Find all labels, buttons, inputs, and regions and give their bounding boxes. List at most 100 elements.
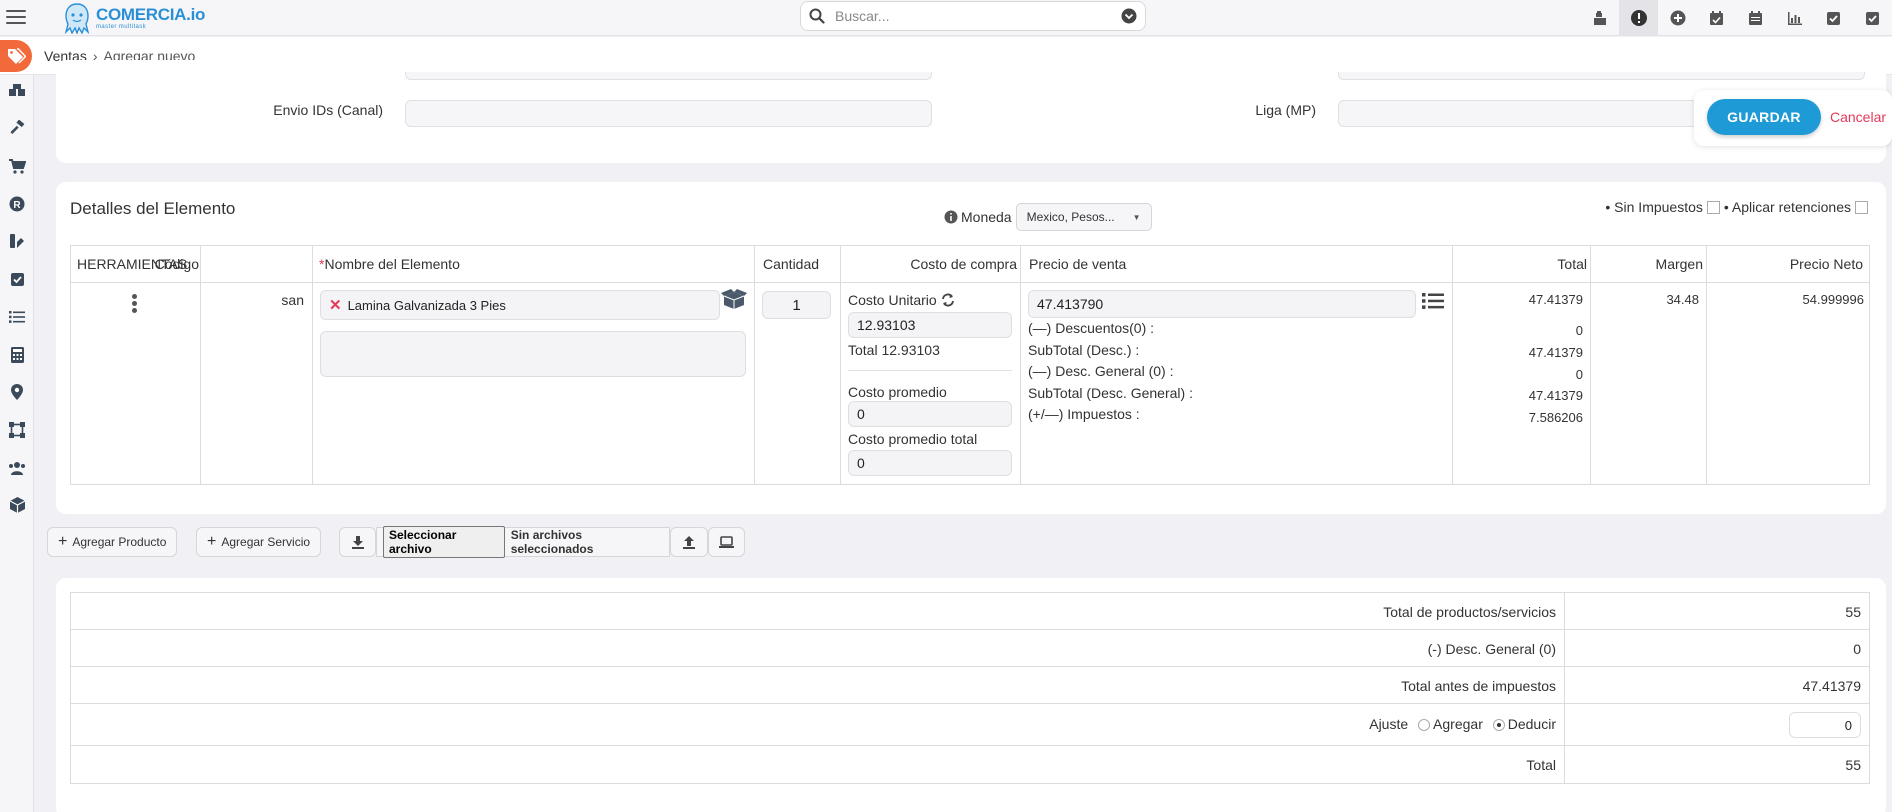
- hammer-icon[interactable]: [7, 118, 27, 138]
- totals-row: Total de productos/servicios 55: [71, 593, 1869, 630]
- avg-cost-total-label: Costo promedio total: [848, 431, 978, 447]
- adjust-deduct-radio[interactable]: [1492, 719, 1505, 732]
- row-options-icon[interactable]: [132, 294, 138, 314]
- chevron-down-circle-icon[interactable]: [1121, 8, 1137, 24]
- general-desc-total-label: (-) Desc. General (0): [1427, 641, 1556, 657]
- box-icon[interactable]: [7, 495, 27, 515]
- registered-icon[interactable]: R: [7, 194, 27, 214]
- add-service-button[interactable]: + Agregar Servicio: [196, 527, 322, 557]
- cost-unit-label-text: Costo Unitario: [848, 292, 937, 308]
- boxes-icon[interactable]: [7, 81, 27, 101]
- vector-icon[interactable]: [7, 420, 27, 440]
- liga-mp-label: Liga (MP): [1255, 102, 1316, 118]
- cash-register-icon[interactable]: [1580, 0, 1619, 36]
- refresh-icon[interactable]: [941, 293, 955, 307]
- menu-icon[interactable]: [6, 6, 26, 28]
- adjust-add-radio[interactable]: [1418, 719, 1431, 732]
- cost-divider: [848, 370, 1012, 371]
- sin-impuestos-checkbox[interactable]: [1706, 200, 1720, 214]
- cancel-button[interactable]: Cancelar: [1830, 109, 1886, 125]
- plus-icon: +: [58, 533, 68, 550]
- currency-label: Moneda: [961, 209, 1012, 225]
- general-desc-line: (—) Desc. General (0) :: [1028, 363, 1173, 379]
- item-name: Lamina Galvanizada 3 Pies: [347, 297, 506, 313]
- search-icon: [809, 8, 825, 24]
- upload-icon: [683, 536, 695, 549]
- minus-circle-icon[interactable]: (—): [1028, 363, 1051, 379]
- header-name: *Nombre del Elemento: [319, 256, 460, 272]
- total-value: 0: [1575, 323, 1583, 338]
- header-total: Total: [1557, 256, 1587, 272]
- file-picker[interactable]: Seleccionar archivo Sin archivos seleccio…: [376, 526, 670, 558]
- minus-circle-icon[interactable]: (—): [1028, 320, 1051, 336]
- check-square-icon[interactable]: [1853, 0, 1892, 36]
- liga-mp-input[interactable]: [1338, 100, 1698, 127]
- total-value: 47.41379: [1528, 345, 1583, 360]
- currency-select[interactable]: Mexico, Pesos... ▼: [1015, 203, 1152, 231]
- choose-file-button[interactable]: Seleccionar archivo: [383, 526, 505, 558]
- plus-minus-icon[interactable]: (+/—): [1028, 406, 1063, 422]
- cost-unit-input[interactable]: 12.93103: [848, 312, 1012, 338]
- add-product-button[interactable]: + Agregar Producto: [47, 527, 178, 557]
- plus-circle-icon[interactable]: [1658, 0, 1697, 36]
- subtotal-desc-label: SubTotal (Desc.) :: [1028, 342, 1140, 358]
- header-margin: Margen: [1655, 256, 1703, 272]
- sale-price-input[interactable]: 47.413790: [1028, 290, 1416, 318]
- grand-total-value: 55: [1845, 757, 1861, 773]
- envio-ids-input[interactable]: [405, 100, 932, 127]
- adjust-add-label: Agregar: [1433, 716, 1483, 732]
- list-options-icon[interactable]: [1422, 291, 1444, 311]
- checkbox-icon[interactable]: [7, 269, 27, 289]
- avg-cost-label: Costo promedio: [848, 384, 947, 400]
- totals-row: Total antes de impuestos 47.41379: [71, 667, 1869, 704]
- header-net-price: Precio Neto: [1789, 256, 1863, 272]
- textarea-bottom-left[interactable]: [405, 72, 932, 80]
- download-icon: [351, 536, 364, 549]
- sin-impuestos-label: • Sin Impuestos: [1605, 199, 1703, 215]
- bar-chart-icon[interactable]: [1775, 0, 1814, 36]
- item-description-field[interactable]: [320, 331, 746, 377]
- adjust-group: Ajuste Agregar Deducir: [1369, 716, 1556, 732]
- open-box-icon[interactable]: [721, 289, 747, 309]
- adjust-label: Ajuste: [1369, 716, 1409, 732]
- header-cost: Costo de compra: [910, 256, 1017, 272]
- top-toolbar: [1580, 0, 1892, 36]
- textarea-bottom-right[interactable]: [1338, 72, 1865, 80]
- checkbox-icon[interactable]: [1814, 0, 1853, 36]
- users-icon[interactable]: [7, 458, 27, 478]
- action-box: GUARDAR Cancelar: [1694, 90, 1892, 146]
- cart-icon[interactable]: [7, 156, 27, 176]
- currency-value: Mexico, Pesos...: [1026, 210, 1115, 224]
- calendar-check-icon[interactable]: [1697, 0, 1736, 36]
- calculator-icon[interactable]: [7, 345, 27, 365]
- list-icon[interactable]: [7, 307, 27, 327]
- details-title: Detalles del Elemento: [70, 199, 236, 218]
- remove-item-icon[interactable]: ✕: [329, 296, 342, 314]
- avg-cost-input[interactable]: 0: [848, 401, 1012, 427]
- add-product-label: Agregar Producto: [72, 535, 167, 549]
- retenciones-checkbox[interactable]: [1855, 200, 1868, 214]
- upload-button[interactable]: [670, 527, 708, 557]
- download-button[interactable]: [339, 527, 376, 557]
- save-button[interactable]: GUARDAR: [1707, 99, 1821, 135]
- header-qty: Cantidad: [763, 256, 820, 272]
- search-box[interactable]: Buscar...: [800, 1, 1146, 31]
- search-input[interactable]: Buscar...: [835, 8, 1121, 24]
- svg-text:R: R: [13, 200, 21, 211]
- products-total-label: Total de productos/servicios: [1383, 604, 1556, 620]
- avg-cost-total-input[interactable]: 0: [848, 450, 1012, 476]
- logo[interactable]: COMERCIA.io master multitask: [62, 0, 205, 36]
- tools-icon[interactable]: [7, 231, 27, 251]
- alert-icon[interactable]: [1619, 0, 1658, 36]
- item-name-field[interactable]: ✕ Lamina Galvanizada 3 Pies: [320, 290, 720, 320]
- no-files-label: Sin archivos seleccionados: [510, 528, 594, 556]
- top-bar: COMERCIA.io master multitask Buscar...: [0, 0, 1892, 36]
- retenciones-label: • Aplicar retenciones: [1723, 199, 1851, 215]
- map-pin-icon[interactable]: [7, 382, 27, 402]
- quantity-input[interactable]: 1: [762, 291, 831, 319]
- taxes-label: Impuestos :: [1067, 406, 1140, 422]
- calendar-icon[interactable]: [1736, 0, 1775, 36]
- tags-icon[interactable]: [0, 39, 32, 72]
- laptop-button[interactable]: [708, 527, 745, 557]
- adjust-input[interactable]: 0: [1789, 712, 1861, 738]
